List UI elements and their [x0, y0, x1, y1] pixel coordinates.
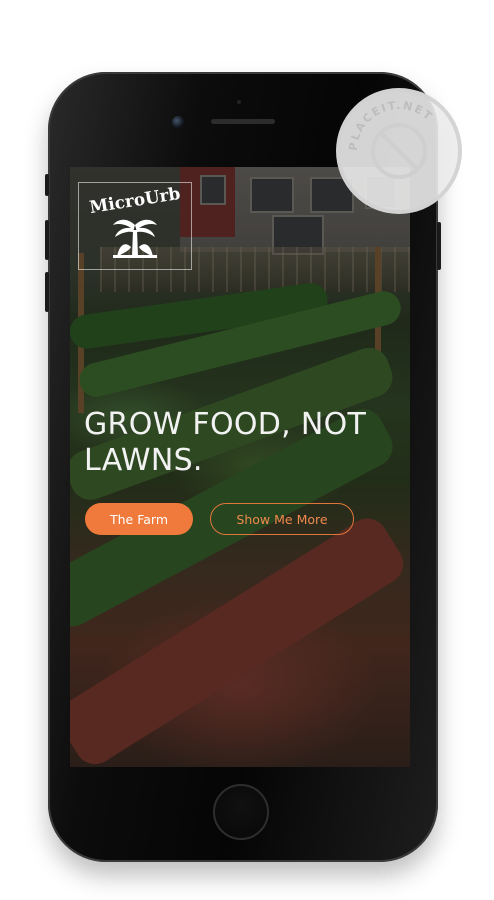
phone-screen: MicroUrb GROW FOOD, NOT LAWNS. The Farm … — [70, 167, 410, 767]
the-farm-button[interactable]: The Farm — [85, 503, 193, 535]
earpiece-speaker — [211, 119, 275, 124]
site-logo[interactable]: MicroUrb — [78, 182, 192, 270]
watermark-badge: PLACEIT.NET — [336, 88, 462, 214]
volume-up-button — [45, 220, 49, 260]
hero-headline: GROW FOOD, NOT LAWNS. — [84, 407, 367, 478]
mute-switch — [45, 174, 49, 196]
home-button — [213, 784, 269, 840]
volume-down-button — [45, 272, 49, 312]
front-camera — [172, 116, 184, 128]
power-button — [437, 222, 441, 270]
watermark-no-icon: PLACEIT.NET — [347, 99, 434, 179]
proximity-sensor — [237, 100, 241, 104]
palm-tree-logo-icon — [113, 219, 157, 258]
show-me-more-button[interactable]: Show Me More — [210, 503, 354, 535]
